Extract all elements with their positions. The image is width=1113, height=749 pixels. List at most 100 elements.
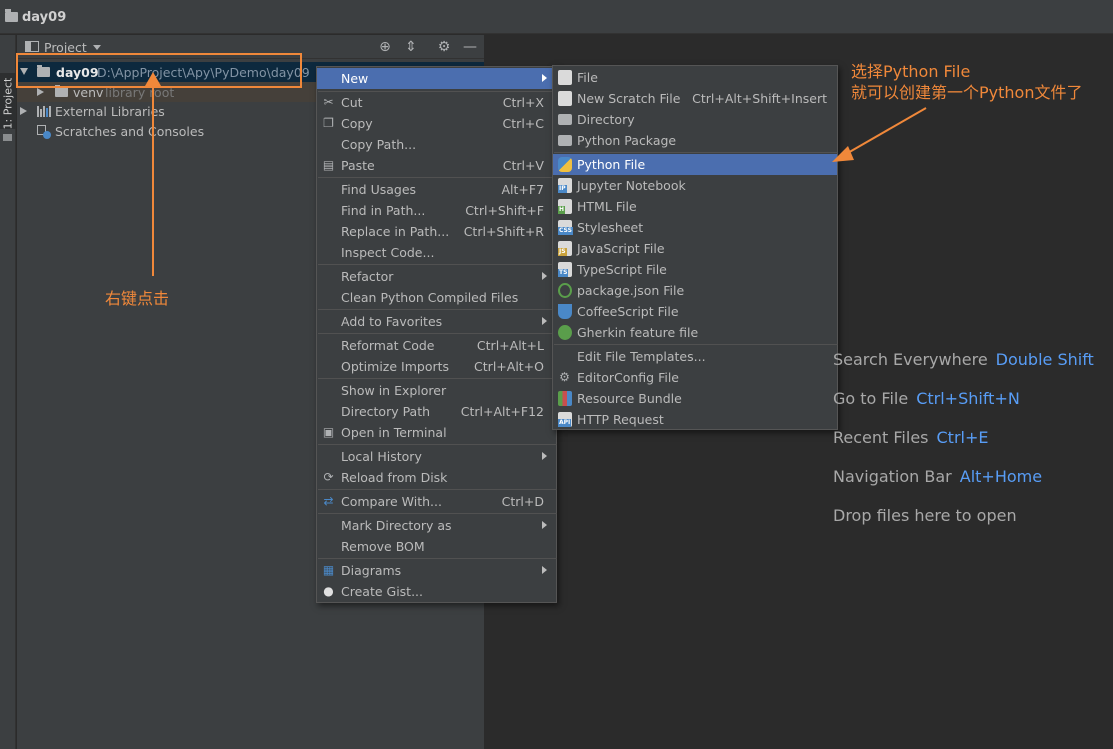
menu-item-stylesheet[interactable]: CSS Stylesheet <box>553 217 837 238</box>
menu-item-new[interactable]: New <box>317 68 556 89</box>
chevron-down-icon[interactable] <box>93 45 101 50</box>
scratch-file-icon <box>558 91 572 106</box>
locate-icon[interactable]: ⊕ <box>377 39 393 55</box>
hint-recent-files: Recent Files Ctrl+E <box>833 428 989 447</box>
menu-separator <box>554 344 838 345</box>
menu-item-open-in-terminal[interactable]: ▣ Open in Terminal <box>317 422 556 443</box>
menu-item-mark-directory-as[interactable]: Mark Directory as <box>317 515 556 536</box>
menu-item-local-history[interactable]: Local History <box>317 446 556 467</box>
title-bar: day09 <box>0 0 1113 34</box>
menu-separator <box>318 333 557 334</box>
tree-item-path: D:\AppProject\Apy\PyDemo\day09 <box>97 65 310 80</box>
window-title: day09 <box>22 10 67 25</box>
copy-icon: ❐ <box>323 116 334 130</box>
menu-item-directory[interactable]: Directory <box>553 109 837 130</box>
folder-icon <box>55 85 68 97</box>
menu-separator <box>318 513 557 514</box>
menu-item-copy[interactable]: ❐ Copy Ctrl+C <box>317 113 556 134</box>
menu-item-resource-bundle[interactable]: Resource Bundle <box>553 388 837 409</box>
project-tool-tab-label: 1: Project <box>1 77 15 130</box>
html-icon: H <box>558 199 572 214</box>
menu-item-refactor[interactable]: Refactor <box>317 266 556 287</box>
menu-item-diagrams[interactable]: ▦ Diagrams <box>317 560 556 581</box>
menu-item-directory-path[interactable]: Directory Path Ctrl+Alt+F12 <box>317 401 556 422</box>
left-tool-strip: 1: Project <box>0 35 16 749</box>
annotation-arrow-left <box>832 107 927 162</box>
menu-item-optimize-imports[interactable]: Optimize Imports Ctrl+Alt+O <box>317 356 556 377</box>
menu-separator <box>318 264 557 265</box>
gherkin-icon <box>558 325 572 340</box>
menu-item-clean-compiled[interactable]: Clean Python Compiled Files <box>317 287 556 308</box>
menu-item-create-gist[interactable]: ● Create Gist... <box>317 581 556 602</box>
menu-item-html-file[interactable]: H HTML File <box>553 196 837 217</box>
hide-panel-icon[interactable]: — <box>462 39 478 55</box>
python-icon <box>558 157 572 172</box>
libraries-icon <box>37 106 51 117</box>
menu-item-cut[interactable]: ✂ Cut Ctrl+X <box>317 92 556 113</box>
annotation-python-file-line2: 就可以创建第一个Python文件了 <box>851 83 1083 102</box>
new-submenu: File New Scratch File Ctrl+Alt+Shift+Ins… <box>552 65 838 430</box>
menu-item-file[interactable]: File <box>553 67 837 88</box>
scratches-icon <box>37 125 51 139</box>
collapse-all-icon[interactable]: ⇕ <box>403 39 419 55</box>
structure-tool-icon[interactable] <box>3 134 12 141</box>
menu-item-typescript-file[interactable]: TS TypeScript File <box>553 259 837 280</box>
menu-item-find-usages[interactable]: Find Usages Alt+F7 <box>317 179 556 200</box>
menu-item-reformat-code[interactable]: Reformat Code Ctrl+Alt+L <box>317 335 556 356</box>
folder-icon <box>558 114 572 125</box>
tree-item-label: Scratches and Consoles <box>55 124 205 139</box>
submenu-arrow-icon <box>542 272 547 280</box>
menu-item-gherkin-feature-file[interactable]: Gherkin feature file <box>553 322 837 343</box>
diagram-icon: ▦ <box>322 563 335 577</box>
menu-item-compare-with[interactable]: ⇄ Compare With... Ctrl+D <box>317 491 556 512</box>
collapse-arrow-icon[interactable] <box>20 107 27 115</box>
terminal-icon: ▣ <box>322 425 335 439</box>
submenu-arrow-icon <box>542 317 547 325</box>
collapse-arrow-icon[interactable] <box>37 88 44 96</box>
menu-item-python-file[interactable]: Python File <box>553 154 837 175</box>
menu-item-javascript-file[interactable]: JS JavaScript File <box>553 238 837 259</box>
menu-separator <box>318 444 557 445</box>
resource-bundle-icon <box>558 391 572 406</box>
menu-item-jupyter-notebook[interactable]: IP Jupyter Notebook <box>553 175 837 196</box>
menu-item-show-in-explorer[interactable]: Show in Explorer <box>317 380 556 401</box>
javascript-icon: JS <box>558 241 572 256</box>
annotation-python-file-line1: 选择Python File <box>851 62 971 81</box>
jupyter-icon: IP <box>558 178 572 193</box>
hint-go-to-file: Go to File Ctrl+Shift+N <box>833 389 1020 408</box>
menu-item-editorconfig-file[interactable]: ⚙ EditorConfig File <box>553 367 837 388</box>
project-view-selector[interactable]: Project <box>44 40 87 55</box>
coffeescript-icon <box>558 304 572 319</box>
compare-icon: ⇄ <box>323 494 334 508</box>
menu-item-remove-bom[interactable]: Remove BOM <box>317 536 556 557</box>
tree-item-label: venv <box>73 85 104 100</box>
menu-item-package-json-file[interactable]: package.json File <box>553 280 837 301</box>
menu-item-copy-path[interactable]: Copy Path... <box>317 134 556 155</box>
paste-icon: ▤ <box>322 158 335 172</box>
project-panel-header: Project ⊕ ⇕ ⚙ — <box>17 35 484 59</box>
submenu-arrow-icon <box>542 74 547 82</box>
hint-search-everywhere: Search Everywhere Double Shift <box>833 350 1094 369</box>
menu-item-replace-in-path[interactable]: Replace in Path... Ctrl+Shift+R <box>317 221 556 242</box>
typescript-icon: TS <box>558 262 572 277</box>
menu-item-find-in-path[interactable]: Find in Path... Ctrl+Shift+F <box>317 200 556 221</box>
menu-item-inspect-code[interactable]: Inspect Code... <box>317 242 556 263</box>
tree-item-label: External Libraries <box>55 104 165 119</box>
project-tool-tab[interactable]: 1: Project <box>0 73 16 130</box>
scissors-icon: ✂ <box>323 95 334 109</box>
reload-icon: ⟳ <box>323 470 334 484</box>
package-icon <box>558 135 572 146</box>
github-icon: ● <box>323 584 334 598</box>
menu-separator <box>554 152 838 153</box>
menu-item-edit-file-templates[interactable]: Edit File Templates... <box>553 346 837 367</box>
menu-item-http-request[interactable]: API HTTP Request <box>553 409 837 430</box>
menu-item-paste[interactable]: ▤ Paste Ctrl+V <box>317 155 556 176</box>
gear-icon[interactable]: ⚙ <box>436 39 452 55</box>
expand-arrow-icon[interactable] <box>20 68 28 75</box>
menu-item-reload-from-disk[interactable]: ⟳ Reload from Disk <box>317 467 556 488</box>
menu-item-python-package[interactable]: Python Package <box>553 130 837 151</box>
menu-separator <box>318 177 557 178</box>
menu-item-coffeescript-file[interactable]: CoffeeScript File <box>553 301 837 322</box>
menu-item-new-scratch-file[interactable]: New Scratch File Ctrl+Alt+Shift+Insert <box>553 88 837 109</box>
menu-item-add-to-favorites[interactable]: Add to Favorites <box>317 311 556 332</box>
